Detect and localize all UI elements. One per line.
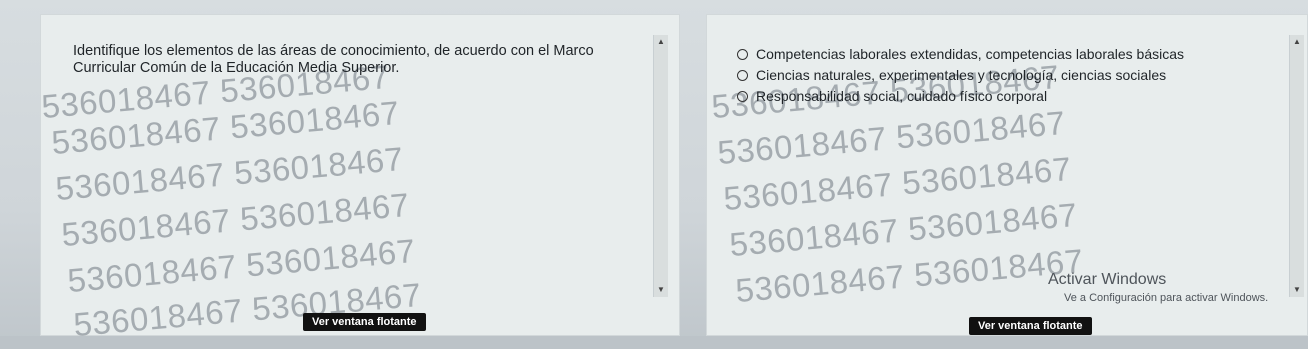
answer-option[interactable]: Responsabilidad social, cuidado físico c…	[737, 87, 1184, 105]
answer-option[interactable]: Competencias laborales extendidas, compe…	[737, 45, 1184, 63]
activation-subtitle: Ve a Configuración para activar Windows.	[1064, 292, 1269, 304]
answer-option-label: Ciencias naturales, experimentales y tec…	[756, 67, 1167, 83]
windows-activation-notice: Activar Windows Ve a Configuración para …	[1048, 271, 1268, 304]
answer-option[interactable]: Ciencias naturales, experimentales y tec…	[737, 66, 1184, 84]
bottom-strip	[0, 336, 1308, 349]
scrollbar[interactable]: ▲ ▼	[1289, 35, 1304, 297]
question-text: Identifique los elementos de las áreas d…	[73, 43, 594, 76]
floating-window-button[interactable]: Ver ventana flotante	[303, 313, 426, 331]
scroll-up-icon[interactable]: ▲	[1290, 35, 1304, 49]
answer-options: Competencias laborales extendidas, compe…	[737, 45, 1184, 108]
radio-button[interactable]	[737, 48, 748, 60]
floating-window-button[interactable]: Ver ventana flotante	[969, 317, 1092, 335]
scrollbar[interactable]: ▲ ▼	[653, 35, 668, 297]
answer-option-label: Responsabilidad social, cuidado físico c…	[756, 88, 1048, 104]
question-panel: 536018467 536018467 536018467 536018467 …	[40, 14, 680, 343]
scroll-down-icon[interactable]: ▼	[1290, 283, 1304, 297]
activation-title: Activar Windows	[1048, 271, 1167, 288]
answer-option-label: Competencias laborales extendidas, compe…	[756, 46, 1185, 62]
radio-button[interactable]	[737, 69, 748, 81]
scroll-up-icon[interactable]: ▲	[654, 35, 668, 49]
scroll-down-icon[interactable]: ▼	[654, 283, 668, 297]
radio-button[interactable]	[737, 90, 748, 102]
